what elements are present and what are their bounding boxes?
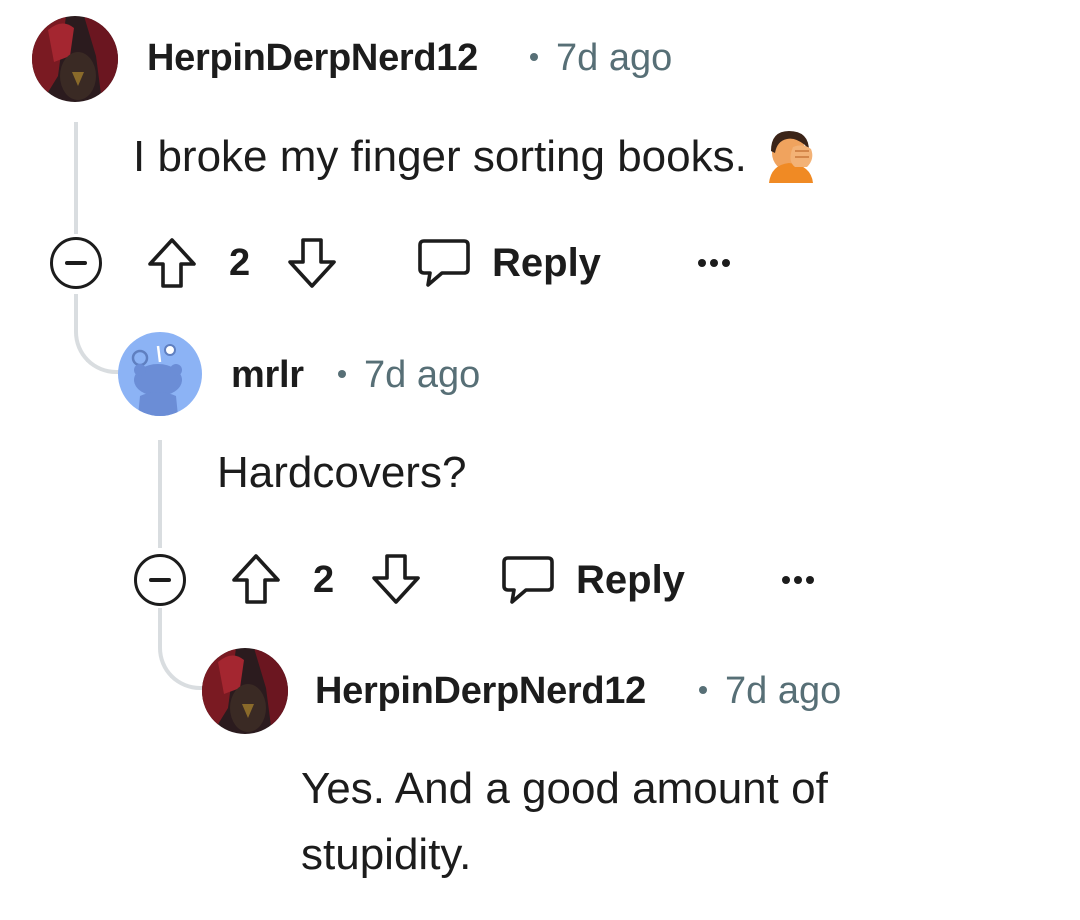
arrow-down-icon xyxy=(288,238,336,288)
comment-body: I broke my finger sorting books. xyxy=(133,124,817,190)
thread-connector xyxy=(158,608,208,690)
minus-icon xyxy=(149,578,171,582)
collapse-button[interactable] xyxy=(50,237,102,289)
face-palm-emoji xyxy=(765,127,817,184)
separator-dot xyxy=(338,369,346,378)
timestamp: 7d ago xyxy=(530,37,672,80)
reply-button[interactable]: Reply xyxy=(500,551,685,609)
downvote-button[interactable] xyxy=(369,551,423,607)
thread-line xyxy=(158,440,162,548)
comment-text-line: Yes. And a good amount of xyxy=(301,764,828,813)
comment-text-line: I broke my finger sorting books. xyxy=(133,132,747,181)
reply-label: Reply xyxy=(492,240,601,285)
upvote-button[interactable] xyxy=(229,551,283,607)
timestamp: 7d ago xyxy=(338,354,480,397)
comment-body: Yes. And a good amount of stupidity. xyxy=(301,756,828,888)
avatar[interactable] xyxy=(32,16,118,102)
avatar[interactable] xyxy=(202,648,288,734)
separator-dot xyxy=(530,52,538,61)
vote-score: 2 xyxy=(229,242,251,284)
more-options-button[interactable] xyxy=(782,576,814,584)
comment-text-line: stupidity. xyxy=(301,830,472,879)
downvote-button[interactable] xyxy=(285,235,339,291)
username[interactable]: mrlr xyxy=(231,354,304,397)
arrow-down-icon xyxy=(372,554,420,604)
separator-dot xyxy=(699,685,707,694)
more-options-button[interactable] xyxy=(698,259,730,267)
arrow-up-icon xyxy=(232,554,280,604)
reply-button[interactable]: Reply xyxy=(416,234,601,292)
username[interactable]: HerpinDerpNerd12 xyxy=(315,670,646,713)
ellipsis-icon xyxy=(698,259,706,267)
speech-bubble-icon xyxy=(418,239,470,287)
comment-text-line: Hardcovers? xyxy=(217,448,467,497)
thread-connector xyxy=(74,294,124,374)
collapse-button[interactable] xyxy=(134,554,186,606)
username[interactable]: HerpinDerpNerd12 xyxy=(147,37,478,80)
upvote-button[interactable] xyxy=(145,235,199,291)
timestamp: 7d ago xyxy=(699,670,841,713)
avatar[interactable] xyxy=(118,332,202,416)
arrow-up-icon xyxy=(148,238,196,288)
reply-label: Reply xyxy=(576,557,685,602)
comment-body: Hardcovers? xyxy=(217,440,466,506)
vote-score: 2 xyxy=(313,559,335,601)
ellipsis-icon xyxy=(782,576,790,584)
thread-line xyxy=(74,122,78,234)
speech-bubble-icon xyxy=(502,556,554,604)
minus-icon xyxy=(65,261,87,265)
